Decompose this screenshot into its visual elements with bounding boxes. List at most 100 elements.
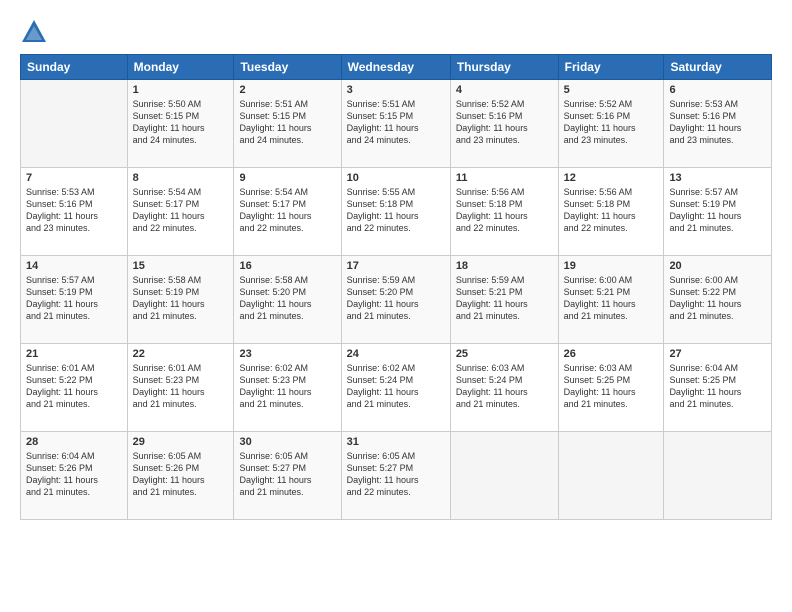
day-number: 12 [564,172,659,184]
calendar-header-row: SundayMondayTuesdayWednesdayThursdayFrid… [21,55,772,80]
calendar-cell: 1 Sunrise: 5:50 AMSunset: 5:15 PMDaylight… [127,80,234,168]
calendar-cell: 6Sunrise: 5:53 AMSunset: 5:16 PMDaylight… [664,80,772,168]
calendar-cell [664,432,772,520]
calendar-cell: 26 Sunrise: 6:03 AMSunset: 5:25 PMDayligh… [558,344,664,432]
day-number: 19 [564,260,659,272]
day-info: Sunrise: 5:56 AMSunset: 5:18 PMDaylight:… [456,186,553,235]
calendar-cell: 14Sunrise: 5:57 AMSunset: 5:19 PMDayligh… [21,256,128,344]
day-number: 1 [133,84,229,96]
day-info: Sunrise: 6:03 AMSunset: 5:25 PMDaylight:… [564,362,659,411]
calendar-cell: 23 Sunrise: 6:02 AMSunset: 5:23 PMDayligh… [234,344,341,432]
calendar-cell: 4 Sunrise: 5:52 AMSunset: 5:16 PMDaylight… [450,80,558,168]
day-header-saturday: Saturday [664,55,772,80]
calendar-cell [21,80,128,168]
calendar-table: SundayMondayTuesdayWednesdayThursdayFrid… [20,54,772,520]
calendar-cell: 10 Sunrise: 5:55 AMSunset: 5:18 PMDayligh… [341,168,450,256]
day-info: Sunrise: 5:58 AMSunset: 5:20 PMDaylight:… [239,274,335,323]
day-info: Sunrise: 5:50 AMSunset: 5:15 PMDaylight:… [133,98,229,147]
calendar-cell: 8 Sunrise: 5:54 AMSunset: 5:17 PMDaylight… [127,168,234,256]
day-info: Sunrise: 6:00 AMSunset: 5:21 PMDaylight:… [564,274,659,323]
logo-icon [20,18,48,46]
day-info: Sunrise: 5:58 AMSunset: 5:19 PMDaylight:… [133,274,229,323]
calendar-cell: 28 Sunrise: 6:04 AMSunset: 5:26 PMDayligh… [21,432,128,520]
day-info: Sunrise: 5:55 AMSunset: 5:18 PMDaylight:… [347,186,445,235]
day-info: Sunrise: 6:05 AMSunset: 5:27 PMDaylight:… [239,450,335,499]
day-info: Sunrise: 5:54 AMSunset: 5:17 PMDaylight:… [239,186,335,235]
day-number: 2 [239,84,335,96]
day-number: 27 [669,348,766,360]
day-number: 15 [133,260,229,272]
day-header-sunday: Sunday [21,55,128,80]
day-info: Sunrise: 6:05 AMSunset: 5:27 PMDaylight:… [347,450,445,499]
calendar-cell: 30 Sunrise: 6:05 AMSunset: 5:27 PMDayligh… [234,432,341,520]
day-info: Sunrise: 6:05 AMSunset: 5:26 PMDaylight:… [133,450,229,499]
calendar-cell: 17 Sunrise: 5:59 AMSunset: 5:20 PMDayligh… [341,256,450,344]
calendar-cell: 22 Sunrise: 6:01 AMSunset: 5:23 PMDayligh… [127,344,234,432]
day-number: 4 [456,84,553,96]
calendar-cell: 18Sunrise: 5:59 AMSunset: 5:21 PMDayligh… [450,256,558,344]
calendar-cell: 25 Sunrise: 6:03 AMSunset: 5:24 PMDayligh… [450,344,558,432]
page-container: SundayMondayTuesdayWednesdayThursdayFrid… [0,0,792,612]
calendar-week-5: 28 Sunrise: 6:04 AMSunset: 5:26 PMDayligh… [21,432,772,520]
header [20,18,772,46]
day-info: Sunrise: 6:04 AMSunset: 5:25 PMDaylight:… [669,362,766,411]
calendar-cell: 27 Sunrise: 6:04 AMSunset: 5:25 PMDayligh… [664,344,772,432]
day-number: 17 [347,260,445,272]
calendar-week-2: 7 Sunrise: 5:53 AMSunset: 5:16 PMDaylight… [21,168,772,256]
day-info: Sunrise: 5:57 AMSunset: 5:19 PMDaylight:… [669,186,766,235]
calendar-cell [558,432,664,520]
calendar-week-4: 21 Sunrise: 6:01 AMSunset: 5:22 PMDayligh… [21,344,772,432]
calendar-cell: 2 Sunrise: 5:51 AMSunset: 5:15 PMDaylight… [234,80,341,168]
day-info: Sunrise: 5:54 AMSunset: 5:17 PMDaylight:… [133,186,229,235]
calendar-cell: 5 Sunrise: 5:52 AMSunset: 5:16 PMDaylight… [558,80,664,168]
calendar-cell: 19 Sunrise: 6:00 AMSunset: 5:21 PMDayligh… [558,256,664,344]
day-number: 23 [239,348,335,360]
day-info: Sunrise: 5:52 AMSunset: 5:16 PMDaylight:… [564,98,659,147]
day-header-friday: Friday [558,55,664,80]
calendar-week-3: 14Sunrise: 5:57 AMSunset: 5:19 PMDayligh… [21,256,772,344]
day-number: 20 [669,260,766,272]
day-info: Sunrise: 5:57 AMSunset: 5:19 PMDaylight:… [26,274,122,323]
day-info: Sunrise: 5:51 AMSunset: 5:15 PMDaylight:… [239,98,335,147]
day-number: 30 [239,436,335,448]
calendar-cell: 3 Sunrise: 5:51 AMSunset: 5:15 PMDaylight… [341,80,450,168]
day-info: Sunrise: 6:02 AMSunset: 5:23 PMDaylight:… [239,362,335,411]
day-info: Sunrise: 5:52 AMSunset: 5:16 PMDaylight:… [456,98,553,147]
day-number: 22 [133,348,229,360]
day-info: Sunrise: 6:01 AMSunset: 5:22 PMDaylight:… [26,362,122,411]
logo [20,18,52,46]
day-info: Sunrise: 5:59 AMSunset: 5:20 PMDaylight:… [347,274,445,323]
calendar-cell: 29 Sunrise: 6:05 AMSunset: 5:26 PMDayligh… [127,432,234,520]
day-info: Sunrise: 5:51 AMSunset: 5:15 PMDaylight:… [347,98,445,147]
day-number: 11 [456,172,553,184]
day-header-tuesday: Tuesday [234,55,341,80]
day-number: 7 [26,172,122,184]
day-header-wednesday: Wednesday [341,55,450,80]
day-number: 6 [669,84,766,96]
day-number: 21 [26,348,122,360]
day-number: 3 [347,84,445,96]
day-number: 8 [133,172,229,184]
calendar-cell: 9 Sunrise: 5:54 AMSunset: 5:17 PMDaylight… [234,168,341,256]
day-number: 25 [456,348,553,360]
day-number: 9 [239,172,335,184]
calendar-cell: 11 Sunrise: 5:56 AMSunset: 5:18 PMDayligh… [450,168,558,256]
day-info: Sunrise: 6:02 AMSunset: 5:24 PMDaylight:… [347,362,445,411]
calendar-cell: 12 Sunrise: 5:56 AMSunset: 5:18 PMDayligh… [558,168,664,256]
day-info: Sunrise: 5:53 AMSunset: 5:16 PMDaylight:… [26,186,122,235]
calendar-cell: 15 Sunrise: 5:58 AMSunset: 5:19 PMDayligh… [127,256,234,344]
day-number: 13 [669,172,766,184]
day-number: 26 [564,348,659,360]
calendar-cell: 31 Sunrise: 6:05 AMSunset: 5:27 PMDayligh… [341,432,450,520]
day-info: Sunrise: 6:01 AMSunset: 5:23 PMDaylight:… [133,362,229,411]
day-info: Sunrise: 5:56 AMSunset: 5:18 PMDaylight:… [564,186,659,235]
calendar-cell [450,432,558,520]
day-number: 31 [347,436,445,448]
day-number: 28 [26,436,122,448]
day-number: 29 [133,436,229,448]
day-number: 10 [347,172,445,184]
day-info: Sunrise: 6:03 AMSunset: 5:24 PMDaylight:… [456,362,553,411]
calendar-week-1: 1 Sunrise: 5:50 AMSunset: 5:15 PMDaylight… [21,80,772,168]
day-number: 5 [564,84,659,96]
day-info: Sunrise: 6:04 AMSunset: 5:26 PMDaylight:… [26,450,122,499]
